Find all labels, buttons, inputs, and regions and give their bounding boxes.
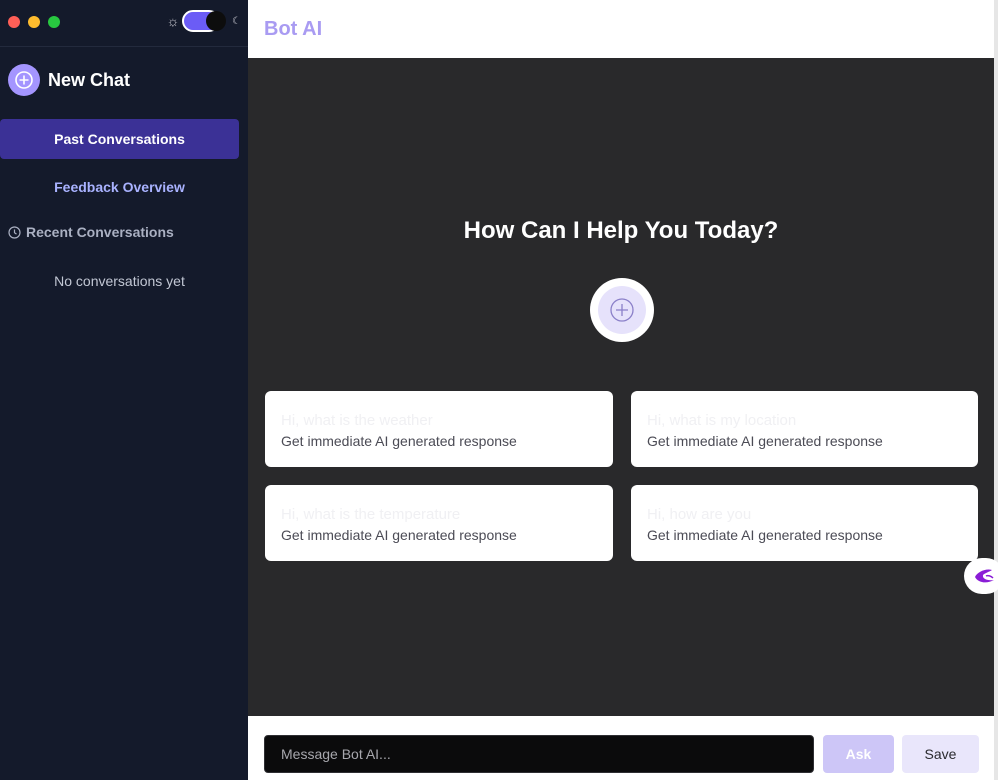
past-conversations-button[interactable]: Past Conversations — [0, 119, 239, 159]
moon-icon: ☾ — [232, 15, 241, 27]
window-controls — [8, 16, 60, 28]
suggestion-subtitle: Get immediate AI generated response — [281, 527, 517, 543]
composer-bar: Ask Save — [248, 716, 994, 780]
clock-icon — [8, 225, 21, 239]
feedback-overview-button[interactable]: Feedback Overview — [0, 167, 239, 207]
suggestion-question: Hi, how are you — [647, 506, 752, 523]
theme-switcher: ☼ ☾ — [166, 10, 241, 32]
empty-state: No conversations yet — [54, 273, 185, 289]
suggestion-card[interactable]: Hi, what is the temperature Get immediat… — [265, 485, 613, 561]
plus-circle-icon — [598, 286, 646, 334]
sidebar-divider — [0, 46, 248, 47]
welcome-heading: How Can I Help You Today? — [463, 217, 779, 244]
theme-toggle[interactable] — [182, 10, 226, 32]
new-chat-label: New Chat — [48, 69, 131, 90]
recent-conversations-heading: Recent Conversations — [8, 224, 174, 240]
suggestion-question: Hi, what is the temperature — [281, 506, 461, 523]
maximize-window-button[interactable] — [48, 16, 60, 28]
minimize-window-button[interactable] — [28, 16, 40, 28]
suggestion-subtitle: Get immediate AI generated response — [281, 433, 517, 449]
plus-circle-icon — [8, 64, 40, 96]
header: Bot AI — [248, 0, 994, 58]
close-window-button[interactable] — [8, 16, 20, 28]
message-input[interactable] — [264, 735, 814, 773]
suggestion-question: Hi, what is the weather — [281, 412, 433, 429]
suggestion-question: Hi, what is my location — [647, 412, 797, 429]
floating-assistant-button[interactable] — [964, 558, 998, 594]
save-button[interactable]: Save — [902, 735, 979, 773]
suggestion-card[interactable]: Hi, how are you Get immediate AI generat… — [631, 485, 978, 561]
toggle-knob — [206, 11, 226, 31]
app-title: Bot AI — [264, 18, 323, 40]
suggestion-subtitle: Get immediate AI generated response — [647, 433, 883, 449]
bot-logo — [590, 278, 654, 342]
chat-area: How Can I Help You Today? Hi, what is th… — [248, 58, 994, 716]
assistant-logo-icon — [975, 569, 994, 583]
suggestion-card[interactable]: Hi, what is the weather Get immediate AI… — [265, 391, 613, 467]
new-chat-button[interactable]: New Chat — [8, 64, 130, 96]
sidebar: ☼ ☾ New Chat Past Conversations Feedback… — [0, 0, 248, 780]
recent-conversations-label: Recent Conversations — [26, 224, 174, 240]
suggestion-subtitle: Get immediate AI generated response — [647, 527, 883, 543]
sun-icon: ☼ — [166, 13, 180, 29]
window-scrollbar[interactable] — [994, 0, 998, 780]
ask-button[interactable]: Ask — [823, 735, 894, 773]
suggestion-card[interactable]: Hi, what is my location Get immediate AI… — [631, 391, 978, 467]
